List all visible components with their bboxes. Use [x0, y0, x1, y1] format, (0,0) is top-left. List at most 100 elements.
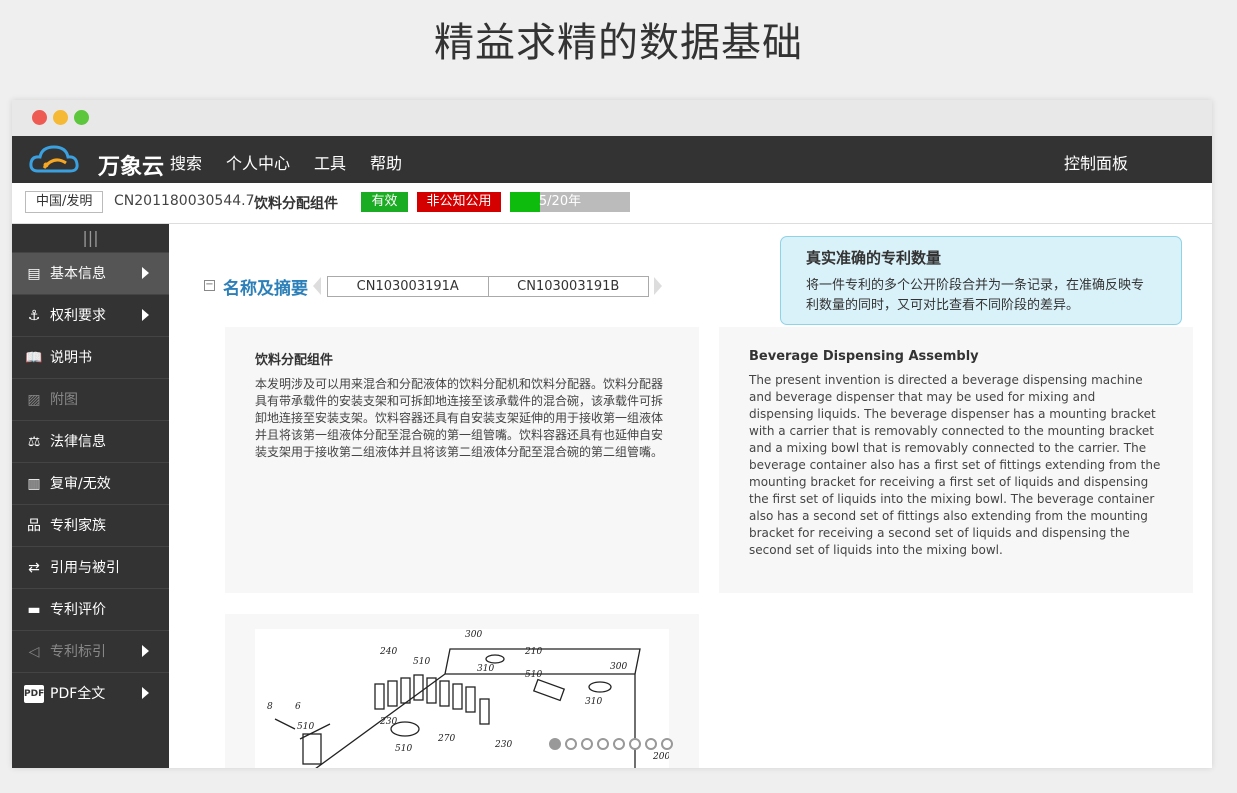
book-icon: 📖 — [25, 350, 43, 366]
carousel-dot[interactable] — [549, 738, 561, 750]
hierarchy-icon: 品 — [27, 518, 41, 534]
patent-term-text: 5/20年 — [538, 194, 582, 209]
feature-callout: 真实准确的专利数量 将一件专利的多个公开阶段合并为一条记录，在准确反映专利数量的… — [780, 236, 1182, 325]
maximize-window-dot[interactable] — [74, 110, 89, 125]
anchor-icon: ⚓ — [27, 308, 41, 324]
page-headline: 精益求精的数据基础 — [434, 20, 803, 66]
pdf-file-icon: PDF — [24, 685, 44, 703]
tab-prev-arrow-icon[interactable] — [313, 277, 321, 295]
callout-title: 真实准确的专利数量 — [806, 249, 942, 267]
publication-tabs: CN103003191A CN103003191B — [327, 276, 649, 297]
sidebar-item-patent-family[interactable]: 品 专利家族 — [12, 504, 169, 546]
sidebar-item-patent-indexing[interactable]: ◁ 专利标引 — [12, 630, 169, 672]
drawing-reference-label: 8 — [267, 702, 273, 712]
brand-name: 万象云 — [98, 155, 165, 180]
callout-body: 将一件专利的多个公开阶段合并为一条记录，在准确反映专利数量的同时，又可对比查看不… — [806, 278, 1145, 313]
expand-arrow-icon — [142, 645, 149, 657]
tab-next-arrow-icon[interactable] — [654, 277, 662, 295]
drawing-reference-label: 270 — [437, 734, 455, 744]
nav-help[interactable]: 帮助 — [370, 150, 402, 174]
drawing-reference-label: 300 — [610, 662, 627, 672]
carousel-dot[interactable] — [661, 738, 673, 750]
abstract-text: The present invention is directed a beve… — [749, 373, 1161, 557]
drawing-reference-label: 6 — [295, 702, 301, 712]
sidebar-item-label: 专利评价 — [50, 602, 106, 618]
drawing-reference-label: 310 — [585, 697, 602, 707]
abstract-title: 饮料分配组件 — [255, 353, 334, 368]
sidebar-item-reexam-invalid[interactable]: ▥ 复审/无效 — [12, 462, 169, 504]
sidebar-item-patent-evaluation[interactable]: ▬ 专利评价 — [12, 588, 169, 630]
patent-info-bar: 中国/发明 CN201180030544.7 饮料分配组件 有效 非公知公用 5… — [12, 183, 1212, 224]
sidebar-item-label: 专利标引 — [50, 644, 106, 660]
patent-title: 饮料分配组件 — [254, 196, 338, 212]
main-content: 真实准确的专利数量 将一件专利的多个公开阶段合并为一条记录，在准确反映专利数量的… — [169, 224, 1212, 768]
sidebar-item-label: 附图 — [50, 392, 78, 408]
exchange-arrows-icon: ⇄ — [28, 560, 40, 576]
drawing-reference-label: 510 — [525, 670, 542, 680]
drawing-reference-label: 300 — [465, 630, 482, 640]
left-sidebar: ||| ▤ 基本信息 ⚓ 权利要求 📖 说明书 ▨ 附图 ⚖ 法律信息 ▥ 复审… — [12, 224, 169, 768]
patent-term-progress: 5/20年 — [510, 192, 630, 212]
expand-arrow-icon — [142, 267, 149, 279]
sidebar-item-label: 说明书 — [50, 350, 92, 366]
list-card-icon: ▤ — [27, 266, 41, 282]
sidebar-item-label: 引用与被引 — [50, 560, 120, 576]
patent-number: CN201180030544.7 — [114, 193, 255, 209]
sidebar-item-label: 基本信息 — [50, 266, 106, 282]
share-icon: ◁ — [28, 644, 40, 660]
expand-arrow-icon — [142, 687, 149, 699]
drawing-reference-label: 310 — [477, 664, 494, 674]
comment-icon: ▬ — [27, 602, 41, 618]
nav-personal-center[interactable]: 个人中心 — [226, 150, 290, 174]
drawing-reference-label: 200 — [652, 752, 669, 762]
abstract-title: Beverage Dispensing Assembly — [749, 349, 979, 364]
brand-logo[interactable]: 万象云 — [28, 141, 166, 180]
image-icon: ▨ — [27, 392, 41, 408]
nav-control-panel[interactable]: 控制面板 — [1064, 150, 1128, 174]
abstract-card-english: Beverage Dispensing Assembly The present… — [719, 327, 1193, 593]
close-window-dot[interactable] — [32, 110, 47, 125]
cloud-logo-icon — [29, 145, 79, 173]
sidebar-item-claims[interactable]: ⚓ 权利要求 — [12, 294, 169, 336]
sidebar-item-description[interactable]: 📖 说明书 — [12, 336, 169, 378]
sidebar-item-citations[interactable]: ⇄ 引用与被引 — [12, 546, 169, 588]
drawing-reference-label: 510 — [297, 722, 314, 732]
app-window: 万象云 搜索 个人中心 工具 帮助 控制面板 中国/发明 CN201180030… — [12, 100, 1212, 768]
sidebar-item-label: PDF全文 — [50, 686, 106, 702]
nav-tools[interactable]: 工具 — [314, 150, 346, 174]
abstract-text: 本发明涉及可以用来混合和分配液体的饮料分配机和饮料分配器。饮料分配器具有带承载件… — [255, 377, 664, 459]
carousel-dot[interactable] — [613, 738, 625, 750]
drawing-reference-label: 230 — [379, 717, 397, 727]
expand-arrow-icon — [142, 309, 149, 321]
sidebar-item-label: 复审/无效 — [50, 476, 111, 492]
image-carousel-dots — [549, 738, 673, 750]
minimize-window-dot[interactable] — [53, 110, 68, 125]
carousel-dot[interactable] — [581, 738, 593, 750]
sidebar-item-label: 权利要求 — [50, 308, 106, 324]
gavel-icon: ⚖ — [27, 434, 41, 450]
sidebar-item-drawings[interactable]: ▨ 附图 — [12, 378, 169, 420]
nav-search[interactable]: 搜索 — [170, 150, 202, 174]
carousel-dot[interactable] — [645, 738, 657, 750]
carousel-dot[interactable] — [629, 738, 641, 750]
status-public-badge: 非公知公用 — [417, 192, 501, 212]
sidebar-item-pdf-fulltext[interactable]: PDF PDF全文 — [12, 672, 169, 714]
abstract-card-chinese: 饮料分配组件 本发明涉及可以用来混合和分配液体的饮料分配机和饮料分配器。饮料分配… — [225, 327, 699, 593]
sidebar-item-basic-info[interactable]: ▤ 基本信息 — [12, 252, 169, 294]
carousel-dot[interactable] — [565, 738, 577, 750]
window-titlebar — [12, 100, 1212, 136]
collapse-toggle-icon[interactable]: − — [204, 280, 215, 291]
drawing-reference-label: 510 — [395, 744, 412, 754]
sidebar-item-label: 法律信息 — [50, 434, 106, 450]
sidebar-collapse-handle[interactable]: ||| — [12, 224, 169, 252]
sidebar-item-legal-info[interactable]: ⚖ 法律信息 — [12, 420, 169, 462]
sidebar-item-label: 专利家族 — [50, 518, 106, 534]
tab-publication-a[interactable]: CN103003191A — [328, 277, 488, 296]
drawing-reference-label: 230 — [494, 740, 512, 750]
section-title: 名称及摘要 — [223, 279, 308, 299]
country-type-tag: 中国/发明 — [25, 191, 104, 213]
drawing-reference-label: 240 — [379, 647, 397, 657]
tab-publication-b[interactable]: CN103003191B — [487, 277, 649, 296]
documents-icon: ▥ — [27, 476, 41, 492]
carousel-dot[interactable] — [597, 738, 609, 750]
